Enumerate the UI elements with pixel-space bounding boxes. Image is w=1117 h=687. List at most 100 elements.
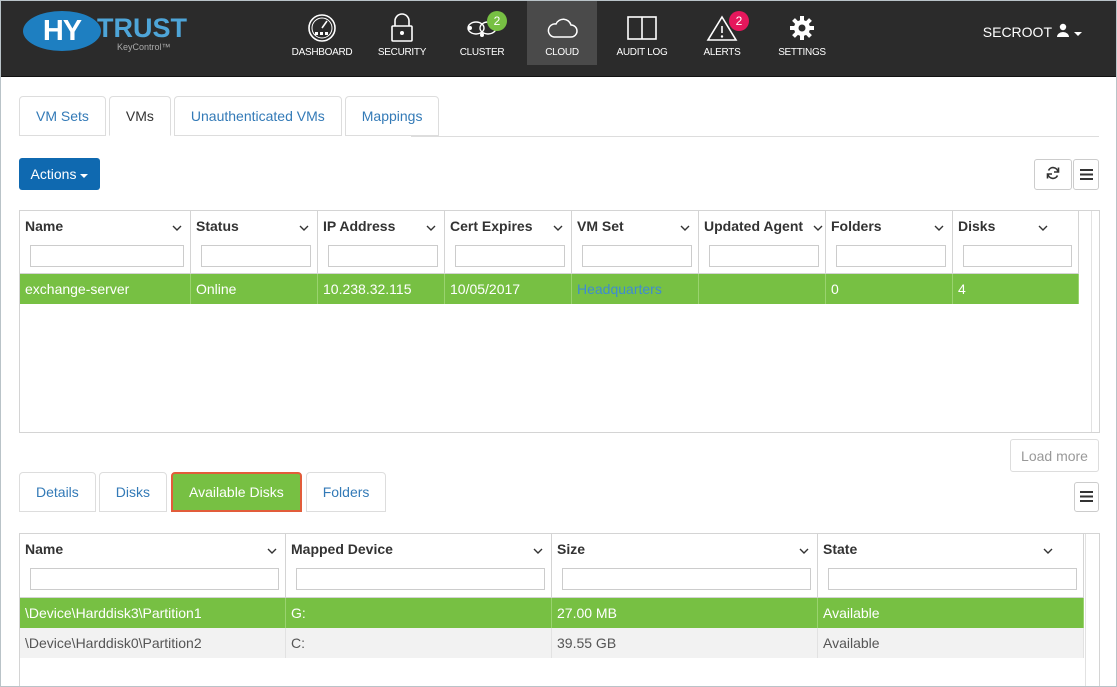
logo-subtitle: KeyControl™ — [117, 42, 171, 52]
column-header-state[interactable]: State — [818, 534, 1084, 597]
nav-cluster[interactable]: 2 CLUSTER — [447, 1, 517, 65]
column-header-name[interactable]: Name — [20, 211, 191, 273]
column-header-vm-set[interactable]: VM Set — [572, 211, 699, 273]
filter-size[interactable] — [562, 568, 811, 590]
user-menu[interactable]: SECROOT — [983, 23, 1082, 40]
filter-name[interactable] — [30, 568, 279, 590]
chevron-down-icon[interactable] — [426, 219, 436, 235]
cell-vm-set: Headquarters — [572, 274, 699, 304]
table-row[interactable]: \Device\Harddisk0\Partition2 C: 39.55 GB… — [20, 628, 1084, 658]
column-header-disks[interactable]: Disks — [953, 211, 1079, 273]
nav-cloud[interactable]: CLOUD — [527, 1, 597, 65]
nav-label: SECURITY — [377, 47, 427, 58]
caret-down-icon — [80, 166, 89, 182]
chevron-down-icon[interactable] — [934, 219, 944, 235]
refresh-button[interactable] — [1034, 159, 1072, 190]
caret-down-icon — [1074, 24, 1082, 40]
tab-divider — [411, 136, 1099, 137]
column-title: Name — [25, 218, 64, 234]
book-icon — [625, 14, 659, 42]
column-title: Folders — [831, 218, 882, 234]
column-title: Cert Expires — [450, 218, 533, 234]
filter-status[interactable] — [201, 245, 311, 267]
cell-mapped-device: C: — [286, 628, 552, 658]
vertical-scrollbar[interactable] — [1085, 534, 1099, 686]
main-tabs: VM Sets VMs Unauthenticated VMs Mappings — [19, 96, 442, 136]
chevron-down-icon[interactable] — [813, 219, 823, 235]
column-header-updated-agent[interactable]: Updated Agent — [699, 211, 826, 273]
filter-mapped-device[interactable] — [296, 568, 545, 590]
column-title: Updated Agent — [704, 218, 804, 234]
vertical-scrollbar[interactable] — [1091, 211, 1099, 432]
user-icon — [1056, 23, 1070, 40]
table-row[interactable]: \Device\Harddisk3\Partition1 G: 27.00 MB… — [20, 598, 1084, 628]
main-nav: DASHBOARD SECURITY 2 CLUSTER CLOUD AUDIT… — [287, 1, 847, 65]
cell-cert-expires: 10/05/2017 — [445, 274, 572, 304]
app-window: HY TRUST KeyControl™ DASHBOARD SECURITY — [0, 0, 1117, 687]
column-title: Name — [25, 541, 64, 557]
lock-icon — [385, 13, 419, 42]
chevron-down-icon[interactable] — [299, 219, 309, 235]
disk-columns-menu-button[interactable] — [1074, 482, 1099, 512]
tab-available-disks[interactable]: Available Disks — [171, 472, 302, 512]
username: SECROOT — [982, 23, 1052, 40]
chevron-down-icon[interactable] — [267, 542, 277, 558]
actions-button[interactable]: Actions — [19, 158, 100, 190]
load-more-button[interactable]: Load more — [1010, 439, 1099, 472]
column-header-status[interactable]: Status — [191, 211, 318, 273]
nav-security[interactable]: SECURITY — [367, 1, 437, 65]
cell-ip-address: 10.238.32.115 — [318, 274, 445, 304]
tab-folders[interactable]: Folders — [305, 472, 387, 512]
column-title: Disks — [958, 218, 996, 234]
filter-updated-agent[interactable] — [709, 245, 819, 267]
tab-disks[interactable]: Disks — [98, 472, 168, 512]
tab-details[interactable]: Details — [19, 472, 96, 512]
chevron-down-icon[interactable] — [680, 219, 690, 235]
vm-set-link[interactable]: Headquarters — [577, 281, 662, 297]
chevron-down-icon[interactable] — [553, 219, 563, 235]
column-header-mapped-device[interactable]: Mapped Device — [286, 534, 552, 597]
cell-updated-agent — [699, 274, 826, 304]
chevron-down-icon[interactable] — [533, 542, 543, 558]
speedometer-icon — [305, 14, 339, 42]
disk-grid: Name Mapped Device Size State \Device\Ha… — [19, 533, 1100, 686]
nav-label: CLOUD — [545, 47, 579, 58]
column-header-name[interactable]: Name — [20, 534, 286, 597]
chevron-down-icon[interactable] — [172, 219, 182, 235]
cell-size: 39.55 GB — [552, 628, 818, 658]
disk-grid-header: Name Mapped Device Size State — [20, 534, 1084, 598]
nav-alerts[interactable]: 2 ALERTS — [687, 1, 757, 65]
nav-settings[interactable]: SETTINGS — [767, 1, 837, 65]
column-header-ip-address[interactable]: IP Address — [318, 211, 445, 273]
refresh-icon — [1046, 166, 1060, 183]
cell-mapped-device: G: — [286, 598, 552, 628]
filter-vm-set[interactable] — [582, 245, 692, 267]
nav-audit-log[interactable]: AUDIT LOG — [607, 1, 677, 65]
filter-state[interactable] — [828, 568, 1077, 590]
hamburger-icon — [1079, 167, 1093, 183]
tab-unauthenticated-vms[interactable]: Unauthenticated VMs — [173, 96, 342, 136]
column-header-size[interactable]: Size — [552, 534, 818, 597]
column-header-cert-expires[interactable]: Cert Expires — [445, 211, 572, 273]
cloud-icon — [545, 14, 579, 42]
filter-cert-expires[interactable] — [455, 245, 565, 267]
columns-menu-button[interactable] — [1073, 159, 1099, 190]
chevron-down-icon[interactable] — [799, 542, 809, 558]
tab-vms[interactable]: VMs — [108, 96, 171, 136]
column-title: IP Address — [323, 218, 396, 234]
filter-folders[interactable] — [836, 245, 946, 267]
column-title: Size — [557, 541, 586, 557]
chevron-down-icon[interactable] — [1038, 219, 1048, 235]
chevron-down-icon[interactable] — [1043, 542, 1053, 558]
filter-name[interactable] — [30, 245, 184, 267]
nav-dashboard[interactable]: DASHBOARD — [287, 1, 357, 65]
filter-disks[interactable] — [963, 245, 1072, 267]
hytrust-logo[interactable]: HY TRUST KeyControl™ — [23, 11, 187, 55]
nav-label: DASHBOARD — [291, 47, 353, 58]
vm-grid: Name Status IP Address Cert Expires VM S… — [19, 210, 1100, 433]
table-row[interactable]: exchange-server Online 10.238.32.115 10/… — [20, 274, 1079, 304]
tab-vm-sets[interactable]: VM Sets — [19, 96, 106, 136]
column-header-folders[interactable]: Folders — [826, 211, 953, 273]
tab-mappings[interactable]: Mappings — [344, 96, 440, 136]
filter-ip-address[interactable] — [328, 245, 438, 267]
